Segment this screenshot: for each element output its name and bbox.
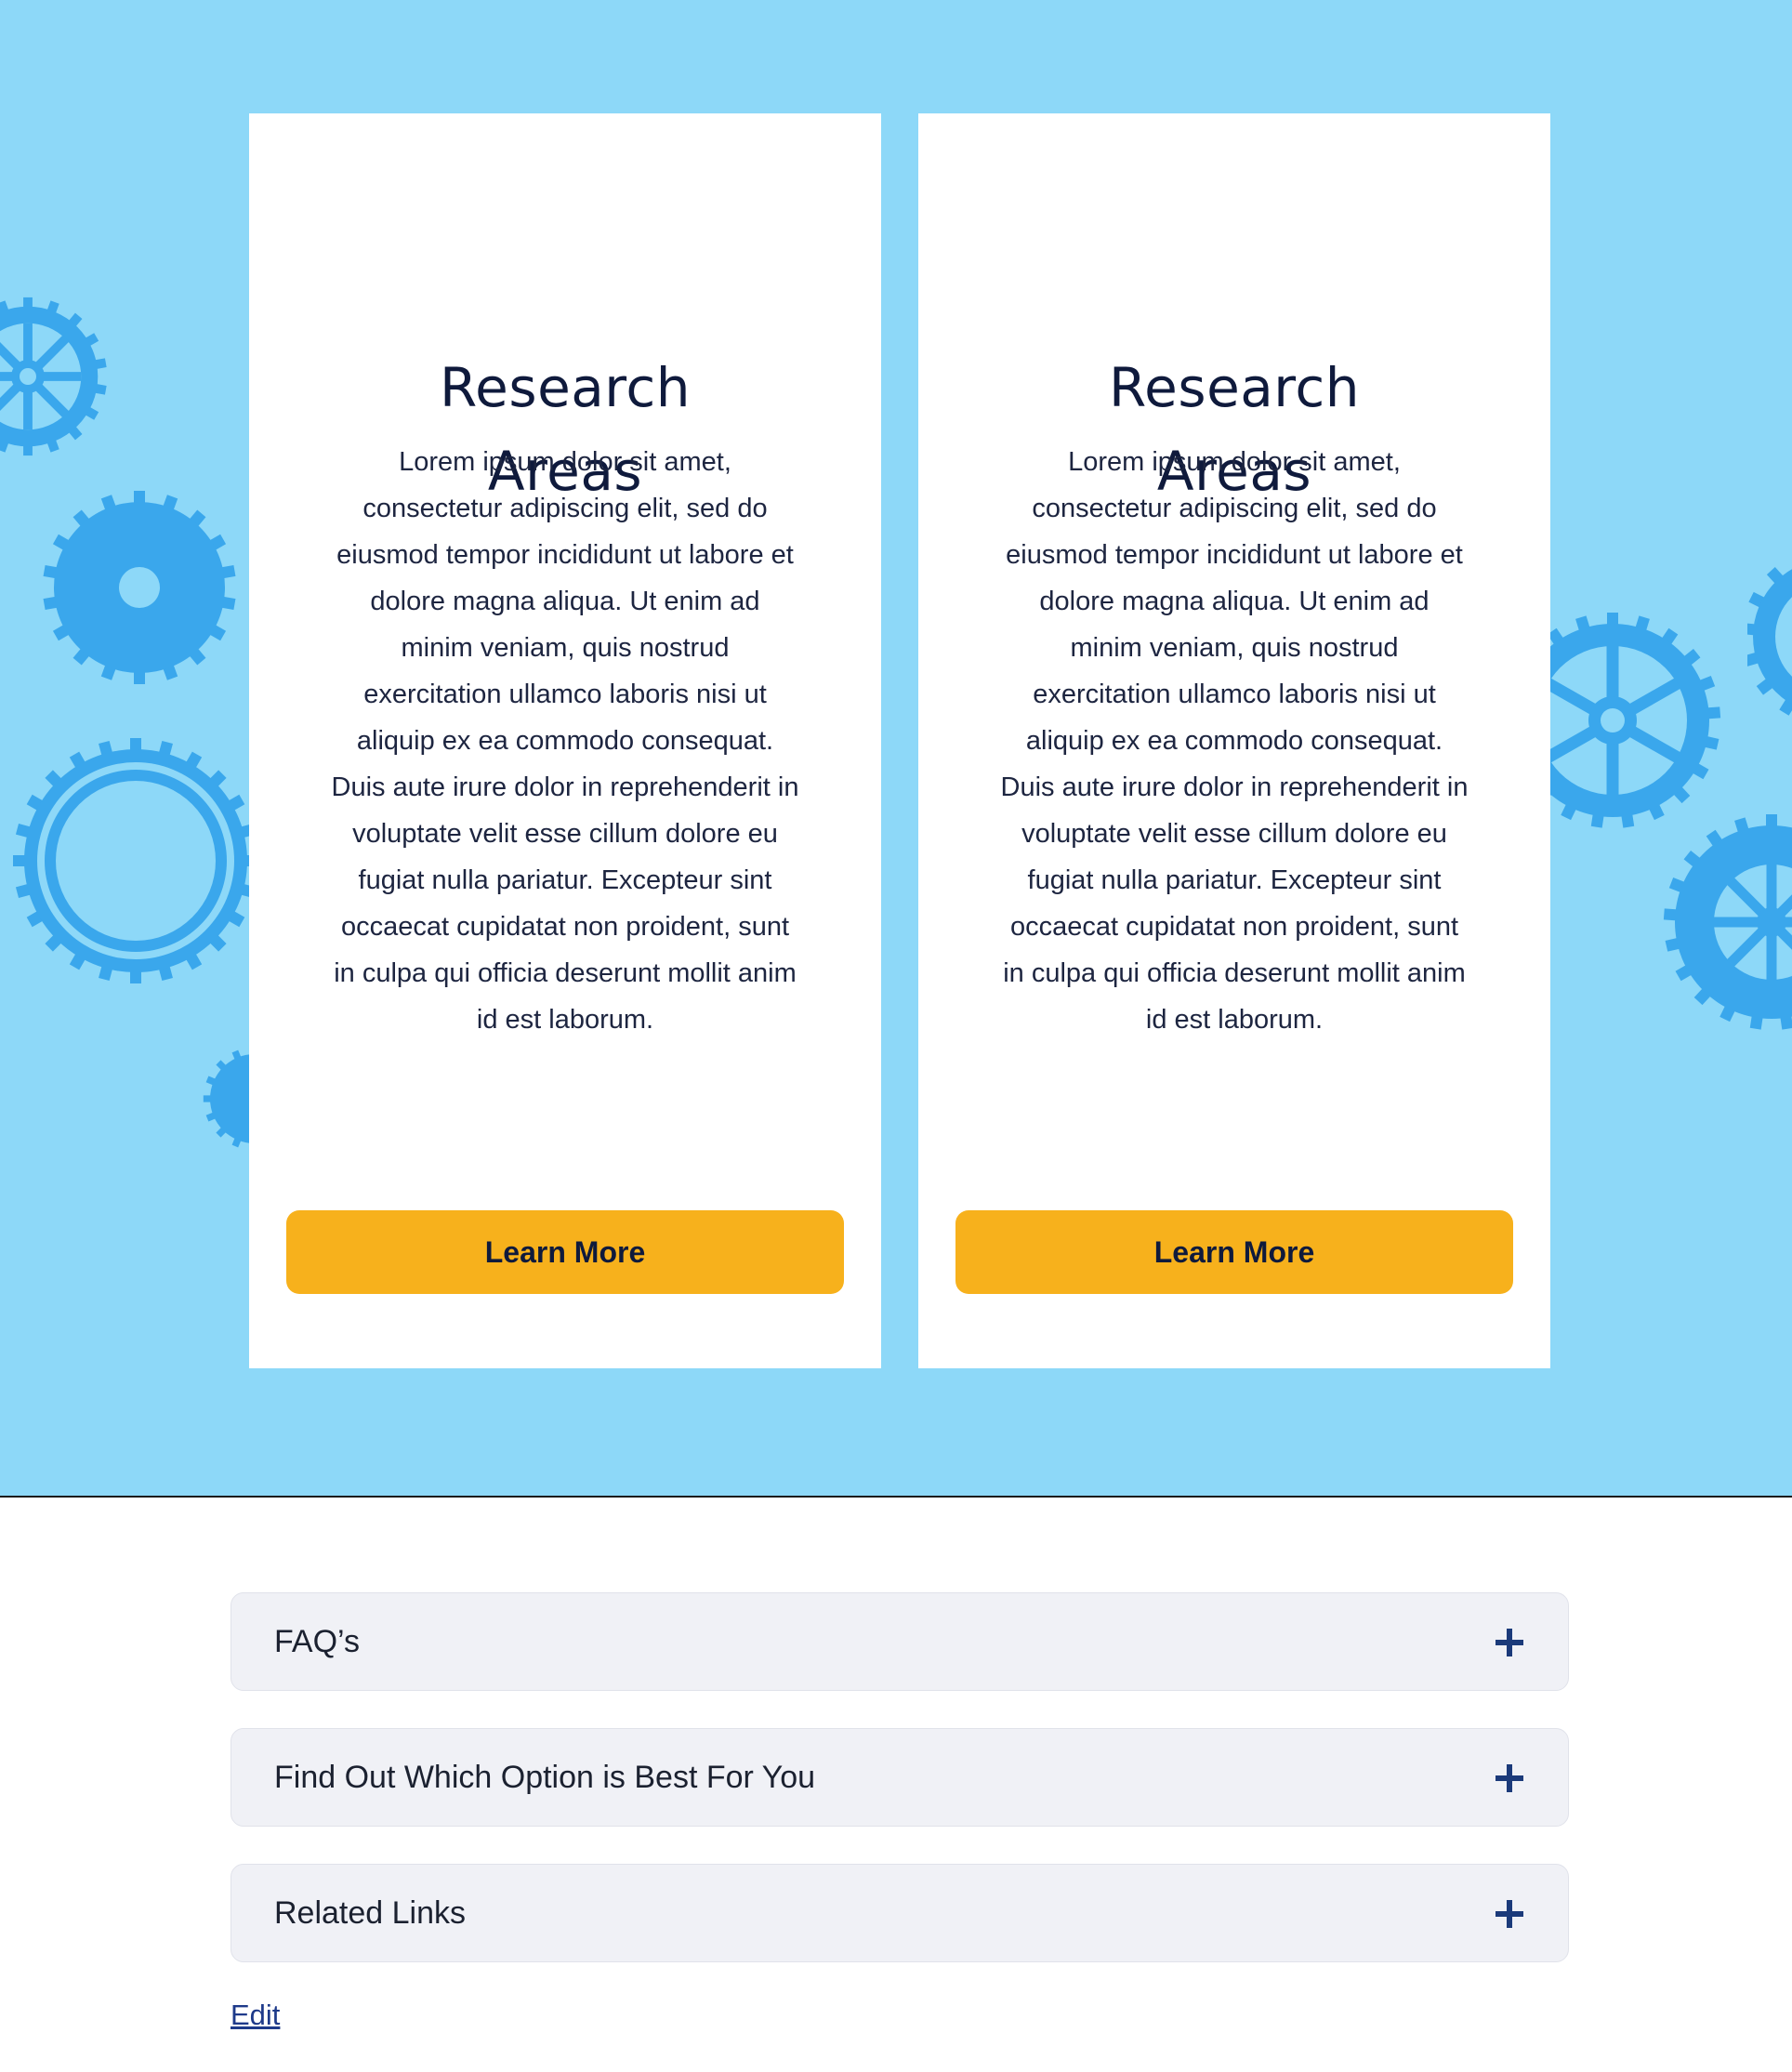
edit-link[interactable]: Edit <box>231 1999 280 2032</box>
research-card: Research Areas Lorem ipsum dolor sit ame… <box>918 113 1550 1368</box>
gear-icon <box>43 491 236 684</box>
gear-icon <box>1663 814 1792 1030</box>
gear-icon <box>0 297 107 456</box>
accordion-label: Find Out Which Option is Best For You <box>274 1760 816 1795</box>
research-hero-section: Research Areas Lorem ipsum dolor sit ame… <box>0 0 1792 1498</box>
accordion-faqs[interactable]: FAQ’s <box>231 1592 1569 1691</box>
plus-icon[interactable] <box>1494 1762 1525 1794</box>
plus-icon[interactable] <box>1494 1898 1525 1930</box>
accordion-find-option[interactable]: Find Out Which Option is Best For You <box>231 1728 1569 1827</box>
plus-icon[interactable] <box>1494 1627 1525 1658</box>
accordion-related-links[interactable]: Related Links <box>231 1864 1569 1962</box>
learn-more-button[interactable]: Learn More <box>955 1210 1513 1294</box>
gear-icon <box>1747 567 1792 716</box>
gear-icon <box>13 738 258 983</box>
card-description: Lorem ipsum dolor sit amet, consectetur … <box>331 447 799 1035</box>
accordion-label: FAQ’s <box>274 1624 360 1659</box>
card-description: Lorem ipsum dolor sit amet, consectetur … <box>1000 447 1469 1035</box>
learn-more-button[interactable]: Learn More <box>286 1210 844 1294</box>
research-card: Research Areas Lorem ipsum dolor sit ame… <box>249 113 881 1368</box>
accordion-label: Related Links <box>274 1895 467 1931</box>
